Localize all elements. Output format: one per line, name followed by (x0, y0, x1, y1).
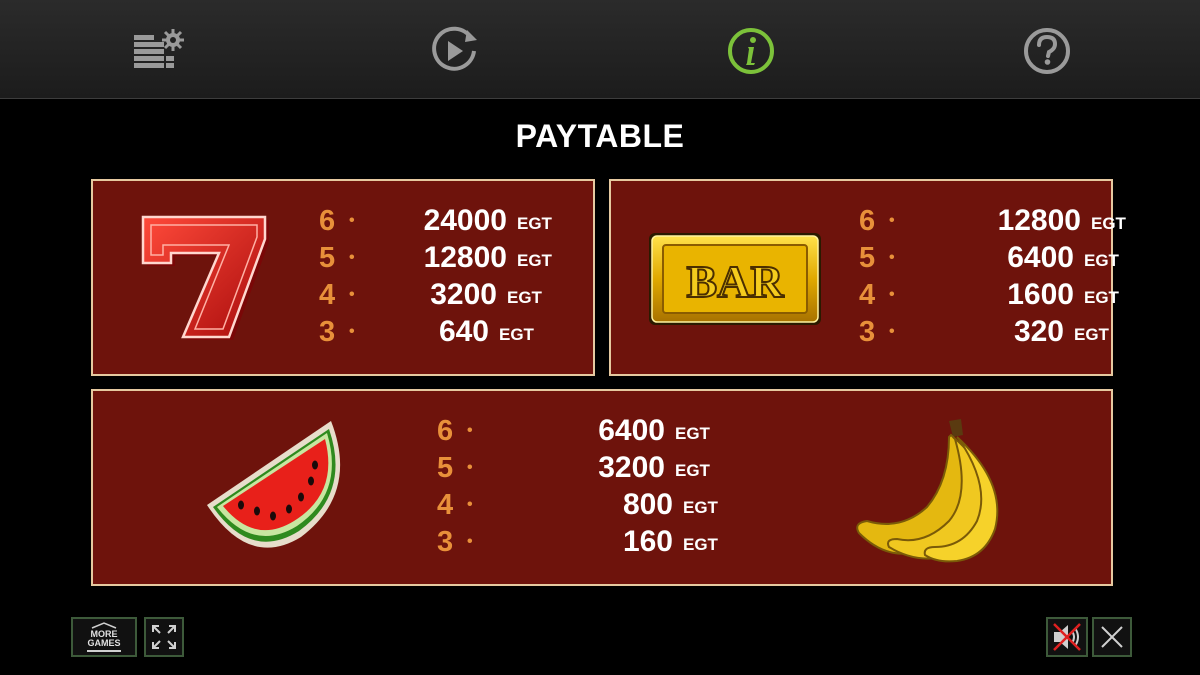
bullet-dot: • (889, 249, 895, 266)
close-button[interactable] (1092, 617, 1132, 657)
sound-toggle-button[interactable] (1046, 617, 1088, 657)
symbol-count: 6 (437, 414, 454, 447)
currency-label: EGT (517, 251, 552, 270)
home-roof-icon (91, 622, 117, 629)
currency-label: EGT (1074, 325, 1109, 344)
help-button[interactable] (1017, 22, 1077, 80)
payout-amount: 320 (1013, 315, 1064, 348)
payout-amount: 640 (438, 315, 489, 348)
symbol-count: 5 (319, 241, 336, 274)
paytable-panel-bar: BAR 6 • 12800 EGT 5 • 6400 EGT 4 • 1600 … (609, 179, 1126, 376)
underline (87, 650, 121, 652)
bullet-dot: • (349, 323, 355, 340)
banana-symbol (856, 419, 999, 563)
bullet-dot: • (467, 496, 473, 513)
paytable-panel-fruits: 6 • 6400 EGT 5 • 3200 EGT 4 • 800 EGT 3 … (91, 389, 1113, 586)
payout-amount: 6400 (1007, 241, 1074, 274)
payout-row: 5 • 3200 EGT (437, 450, 710, 486)
symbol-count: 3 (437, 525, 454, 558)
paytable-panel-seven: 6 • 24000 EGT 5 • 12800 EGT 4 • 3200 EGT… (91, 179, 595, 376)
symbol-count: 5 (859, 241, 876, 274)
payout-amount: 12800 (423, 241, 507, 274)
payout-amount: 800 (622, 488, 673, 521)
symbol-count: 4 (319, 278, 336, 311)
payout-row: 5 • 12800 EGT (319, 240, 552, 276)
fullscreen-button[interactable] (144, 617, 184, 657)
payout-row: 3 • 640 EGT (319, 314, 534, 350)
more-games-line2: GAMES (87, 638, 121, 649)
payout-row: 3 • 160 EGT (437, 524, 718, 560)
bet-settings-button[interactable] (128, 22, 188, 80)
currency-label: EGT (499, 325, 534, 344)
fullscreen-icon (152, 625, 176, 649)
symbol-count: 6 (319, 204, 336, 237)
payout-row: 6 • 6400 EGT (437, 413, 710, 449)
symbol-count: 5 (437, 451, 454, 484)
top-toolbar (0, 0, 1200, 99)
currency-label: EGT (1084, 251, 1119, 270)
payout-amount: 6400 (598, 414, 665, 447)
bullet-dot: • (889, 286, 895, 303)
payout-amount: 3200 (598, 451, 665, 484)
seven-symbol (141, 215, 269, 340)
currency-label: EGT (1084, 288, 1119, 307)
bullet-dot: • (889, 212, 895, 229)
autoplay-icon (432, 26, 477, 71)
autoplay-button[interactable] (424, 22, 484, 80)
bet-settings-icon (134, 29, 184, 68)
bar-label: BAR (686, 256, 784, 307)
symbol-count: 3 (859, 315, 876, 348)
payout-amount: 3200 (430, 278, 497, 311)
help-icon (1024, 28, 1070, 74)
currency-label: EGT (507, 288, 542, 307)
payout-row: 6 • 12800 EGT (859, 203, 1126, 239)
payout-amount: 12800 (997, 204, 1081, 237)
page-title: PAYTABLE (515, 118, 685, 154)
symbol-count: 4 (859, 278, 876, 311)
currency-label: EGT (675, 461, 710, 480)
bullet-dot: • (889, 323, 895, 340)
more-games-button[interactable]: MORE GAMES (71, 617, 137, 657)
payout-row: 3 • 320 EGT (859, 314, 1109, 350)
currency-label: EGT (1091, 214, 1126, 233)
payout-amount: 1600 (1007, 278, 1074, 311)
bar-symbol: BAR (649, 233, 821, 325)
payout-row: 4 • 800 EGT (437, 487, 718, 523)
bullet-dot: • (349, 212, 355, 229)
watermelon-symbol (207, 421, 341, 548)
info-icon (728, 28, 774, 74)
bullet-dot: • (467, 459, 473, 476)
bullet-dot: • (349, 249, 355, 266)
bullet-dot: • (467, 422, 473, 439)
payout-amount: 24000 (423, 204, 507, 237)
close-icon (1101, 626, 1123, 648)
currency-label: EGT (675, 424, 710, 443)
symbol-count: 4 (437, 488, 454, 521)
symbol-count: 6 (859, 204, 876, 237)
sound-muted-icon (1053, 623, 1081, 651)
payout-amount: 160 (622, 525, 673, 558)
currency-label: EGT (517, 214, 552, 233)
payout-row: 5 • 6400 EGT (859, 240, 1119, 276)
payout-row: 4 • 3200 EGT (319, 277, 542, 313)
payout-row: 6 • 24000 EGT (319, 203, 552, 239)
bullet-dot: • (349, 286, 355, 303)
currency-label: EGT (683, 535, 718, 554)
symbol-count: 3 (319, 315, 336, 348)
bullet-dot: • (467, 533, 473, 550)
info-button[interactable] (721, 22, 781, 80)
payout-row: 4 • 1600 EGT (859, 277, 1119, 313)
currency-label: EGT (683, 498, 718, 517)
